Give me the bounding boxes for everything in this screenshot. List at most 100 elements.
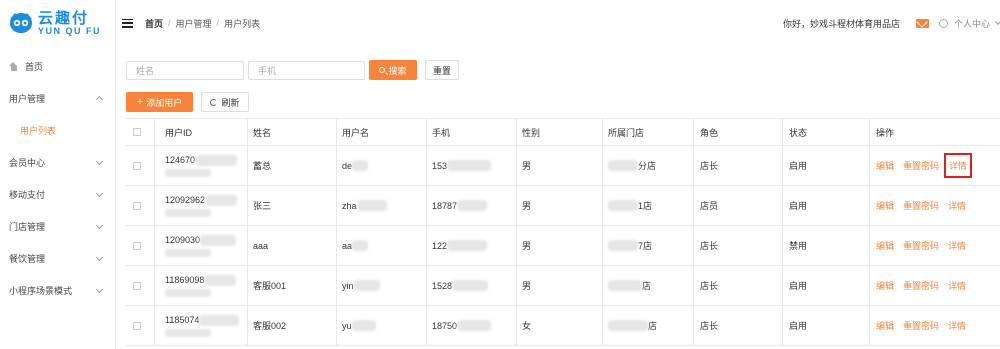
sidebar-item-label: 移动支付	[9, 189, 46, 200]
person-icon	[938, 18, 948, 28]
breadcrumb-user-management[interactable]: 用户管理	[176, 17, 212, 30]
edit-link[interactable]: 编辑	[876, 199, 894, 212]
store: 1店	[638, 201, 653, 211]
breadcrumb-home[interactable]: 首页	[145, 17, 163, 30]
user-name: aaa	[248, 226, 337, 265]
user-name: 客服002	[248, 306, 337, 345]
search-button[interactable]: 搜索	[369, 60, 417, 80]
table-header: 用户ID 姓名 用户名 手机 性别 所属门店 角色 状态 操作	[126, 119, 1000, 146]
sidebar-item-member-center[interactable]: 会员中心	[0, 146, 115, 178]
username: aa	[342, 240, 353, 251]
role: 店长	[694, 146, 783, 185]
column-header: 角色	[694, 119, 783, 145]
column-header: 操作	[876, 127, 895, 138]
sidebar-item-mobile-pay[interactable]: 移动支付	[0, 178, 115, 210]
store: 店	[642, 281, 652, 291]
reset-password-link[interactable]: 重置密码	[903, 239, 939, 252]
chevron-down-icon	[95, 189, 104, 198]
edit-link[interactable]: 编辑	[876, 239, 894, 252]
username: zha	[342, 200, 357, 211]
greeting-text: 你好，妙戏斗程材体育用品店	[782, 18, 900, 29]
status: 启用	[783, 306, 870, 345]
plus-icon: +	[136, 95, 144, 108]
table-row: 1209030 aaa aa 122 男 7店 店长 禁用 编辑 重置密码 详情	[126, 226, 1000, 266]
logo[interactable]: 云趣付 YUN QU FU	[0, 0, 115, 46]
table-row: 1185074 客服002 yu 18750 女 店 店长 启用 编辑 重置密码…	[126, 306, 1000, 346]
add-user-button[interactable]: + 添加用户	[126, 92, 193, 112]
mail-icon[interactable]	[915, 18, 929, 28]
user-id: 1185074	[165, 315, 200, 325]
sidebar-item-label: 首页	[25, 61, 44, 72]
table-row: 11869098 客服001 yin 1528 男 店 店长 启用 编辑 重置密…	[126, 266, 1000, 306]
detail-link[interactable]: 详情	[948, 319, 966, 332]
home-icon	[9, 61, 18, 71]
reset-button[interactable]: 重置	[425, 60, 459, 80]
name-search-input[interactable]: 姓名	[126, 60, 244, 80]
table-row: 12092962 张三 zha 18787 男 1店 店员 启用 编辑 重置密码…	[126, 186, 1000, 226]
sidebar-item-label: 用户列表	[20, 125, 57, 136]
detail-link[interactable]: 详情	[948, 279, 966, 292]
breadcrumb: 首页 / 用户管理 / 用户列表	[145, 17, 261, 30]
chevron-up-icon	[95, 95, 104, 104]
chevron-down-icon	[95, 285, 104, 294]
user-name: 蓄总	[248, 146, 337, 185]
row-checkbox[interactable]	[133, 161, 141, 170]
status: 启用	[783, 146, 870, 185]
sidebar-item-store-management[interactable]: 门店管理	[0, 210, 115, 242]
logo-text-cn: 云趣付	[38, 9, 90, 27]
column-header: 状态	[783, 119, 870, 145]
reset-password-link[interactable]: 重置密码	[903, 199, 939, 212]
username: yin	[342, 280, 354, 291]
chevron-down-icon	[95, 221, 104, 230]
detail-link[interactable]: 详情	[948, 239, 966, 252]
sidebar: 云趣付 YUN QU FU 首页 用户管理 用户列表 会员中心 移动支付 门店管…	[0, 0, 116, 349]
sidebar-item-label: 餐饮管理	[9, 253, 46, 264]
detail-link[interactable]: 详情	[948, 199, 966, 212]
edit-link[interactable]: 编辑	[876, 279, 894, 292]
phone-search-input[interactable]: 手机	[248, 60, 365, 80]
store: 7店	[638, 241, 653, 251]
menu-icon[interactable]	[122, 18, 133, 28]
logo-icon	[10, 13, 32, 33]
user-center-menu[interactable]: 个人中心	[954, 17, 990, 30]
refresh-button[interactable]: 刷新	[201, 92, 249, 112]
phone: 122	[432, 240, 448, 251]
sidebar-item-user-management[interactable]: 用户管理	[0, 82, 115, 114]
user-id: 124670	[165, 155, 196, 165]
user-name: 客服001	[248, 266, 337, 305]
search-bar: 姓名 手机 搜索 重置	[126, 60, 459, 80]
row-checkbox[interactable]	[133, 241, 141, 250]
sidebar-item-mini-program[interactable]: 小程序场景模式	[0, 274, 115, 306]
search-icon	[379, 67, 386, 73]
reset-password-link[interactable]: 重置密码	[903, 319, 939, 332]
gender: 女	[517, 306, 603, 345]
reset-password-link[interactable]: 重置密码	[903, 279, 939, 292]
row-checkbox[interactable]	[133, 201, 141, 210]
select-all-checkbox[interactable]	[133, 128, 141, 136]
role: 店长	[694, 306, 783, 345]
store: 店	[648, 321, 658, 331]
user-id: 12092962	[165, 195, 206, 205]
row-checkbox[interactable]	[133, 321, 141, 330]
row-checkbox[interactable]	[133, 281, 141, 290]
gender: 男	[517, 226, 603, 265]
chevron-down-icon	[995, 19, 1000, 25]
chevron-down-icon	[95, 157, 104, 166]
edit-link[interactable]: 编辑	[876, 319, 894, 332]
sidebar-item-user-list[interactable]: 用户列表	[0, 114, 115, 146]
gender: 男	[517, 146, 603, 185]
column-header: 姓名	[248, 119, 337, 145]
user-table: 用户ID 姓名 用户名 手机 性别 所属门店 角色 状态 操作 124670 蓄…	[126, 118, 1000, 346]
reset-password-link[interactable]: 重置密码	[903, 159, 939, 172]
header: 首页 / 用户管理 / 用户列表 你好，妙戏斗程材体育用品店 个人中心	[116, 0, 1000, 46]
edit-link[interactable]: 编辑	[876, 159, 894, 172]
user-id: 1209030	[165, 235, 201, 245]
sidebar-item-label: 门店管理	[9, 221, 46, 232]
sidebar-item-home[interactable]: 首页	[0, 50, 115, 82]
status: 启用	[783, 266, 870, 305]
status: 禁用	[783, 226, 870, 265]
column-header: 用户ID	[155, 119, 248, 145]
sidebar-item-catering[interactable]: 餐饮管理	[0, 242, 115, 274]
detail-link[interactable]: 详情	[944, 153, 973, 178]
refresh-icon	[210, 98, 218, 106]
